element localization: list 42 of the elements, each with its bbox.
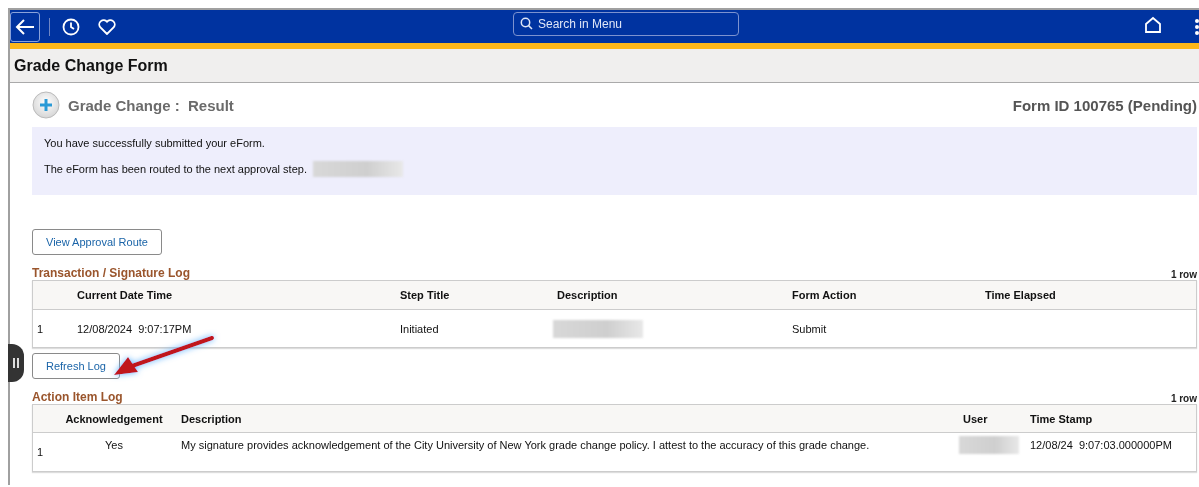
table-cell: Yes (105, 439, 123, 451)
search-field[interactable]: Search in Menu (513, 12, 739, 36)
back-arrow-icon (15, 17, 35, 36)
table-cell-text: Initiated (399, 322, 439, 335)
column-header: Acknowledgement (51, 405, 177, 433)
redaction-bar (959, 436, 1019, 454)
message-text: You have successfully submitted your eForm. (44, 137, 265, 149)
view-approval-route-button[interactable]: View Approval Route (32, 229, 162, 255)
home-button[interactable] (1144, 16, 1162, 34)
column-header: Description (177, 405, 959, 433)
column-header: Time Stamp (1026, 405, 1196, 433)
clock-icon (62, 17, 80, 36)
home-icon (1144, 16, 1162, 34)
column-header: Form Action (788, 281, 981, 310)
table-cell-text: 1 (36, 322, 44, 335)
column-header: Description (553, 281, 788, 310)
heart-icon (98, 18, 116, 35)
table-cell-text: 12/08/24 9:07:03.000000PM (1029, 439, 1172, 451)
table-cell-text: 12/08/2024 9:07:17PM (76, 322, 192, 335)
column-header: User (959, 405, 1026, 433)
column-header: Step Title (396, 281, 553, 310)
plus-icon (32, 91, 60, 119)
section-label: Transaction / Signature Log (32, 266, 191, 280)
column-header: Time Elapsed (981, 281, 1196, 310)
back-button[interactable] (10, 11, 40, 42)
table-cell-text: Submit (791, 322, 827, 335)
table-cell-text: 1 (36, 446, 44, 458)
collapse-handle[interactable] (8, 344, 24, 382)
table-cell-text: My signature provides acknowledgement of the City University of New York grade change policy. I attest to the accuracy of this grade change. (180, 439, 870, 451)
section-title: Grade Change : Result (68, 96, 234, 114)
section-label: Action Item Log (32, 390, 123, 404)
row-count: 1 row (1170, 393, 1197, 404)
page-title: Grade Change Form (14, 56, 168, 75)
more-menu-button[interactable] (1195, 19, 1199, 35)
form-id: Form ID 100765 (Pending) (1012, 96, 1197, 114)
favorites-button[interactable] (98, 18, 116, 35)
message-text: The eForm has been routed to the next approval step. (44, 163, 307, 175)
search-icon (520, 17, 533, 30)
history-button[interactable] (62, 17, 80, 36)
row-count: 1 row (1170, 269, 1197, 280)
refresh-log-button[interactable]: Refresh Log (32, 353, 120, 379)
column-header: Current Date Time (73, 281, 396, 310)
